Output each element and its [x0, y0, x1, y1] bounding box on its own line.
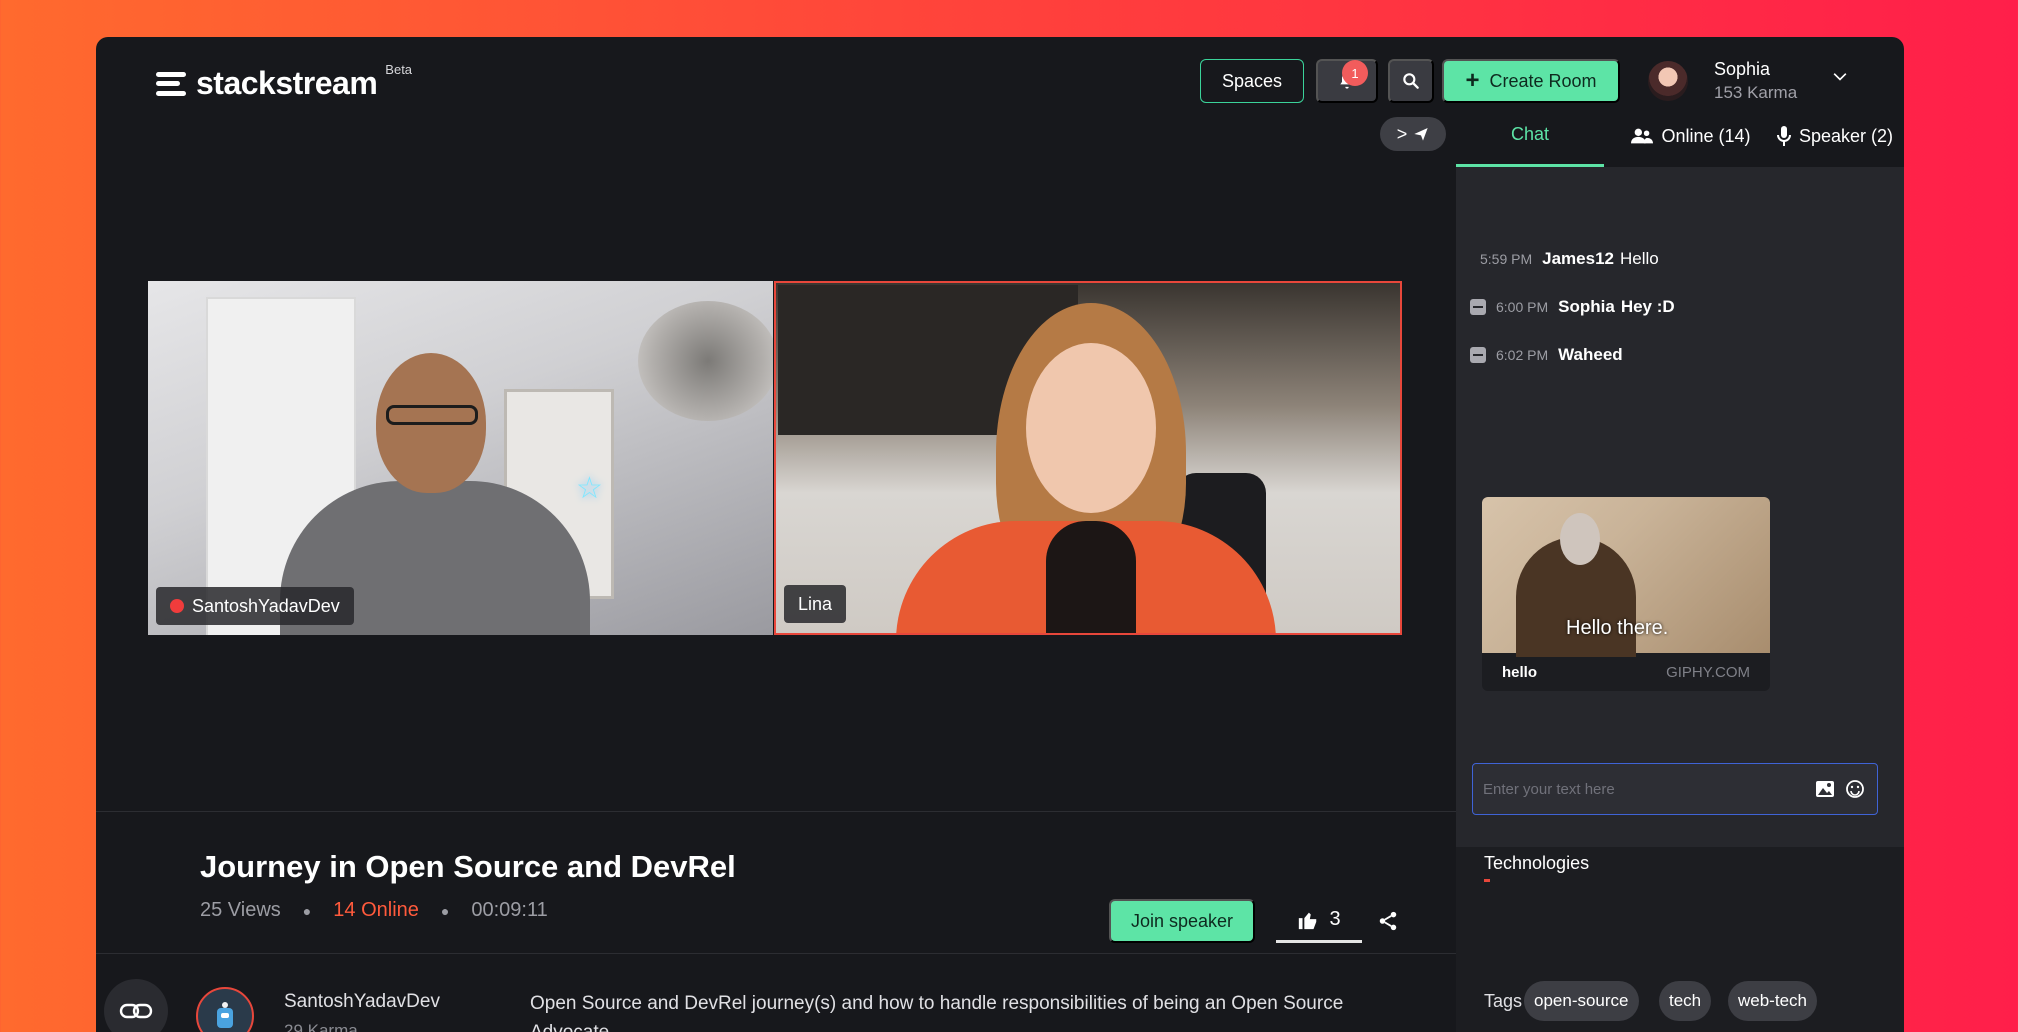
mic-icon — [1776, 126, 1791, 146]
gif-message[interactable]: Hello there. hello GIPHY.COM — [1482, 497, 1770, 691]
host-karma: 29 Karma — [284, 1021, 358, 1032]
tab-speaker[interactable]: Speaker (2) — [1766, 105, 1904, 167]
message-text: Hey :D — [1620, 297, 1675, 316]
tab-online[interactable]: Online (14) — [1616, 105, 1766, 167]
chat-input-box — [1472, 763, 1878, 815]
divider — [96, 811, 1456, 812]
chat-message: 5:59 PM James12 Hello — [1480, 249, 1659, 269]
message-time: 6:02 PM — [1496, 347, 1549, 363]
chat-messages: 5:59 PM James12 Hello 6:00 PM Sophia Hey… — [1456, 167, 1904, 847]
video-tile-santosh[interactable]: ☆ SantoshYadavDev — [148, 281, 773, 635]
toggle-panel-button[interactable]: > — [1380, 117, 1446, 151]
technologies-label: Technologies — [1484, 853, 1590, 873]
technologies-indicator — [1484, 879, 1490, 882]
tag-tech[interactable]: tech — [1659, 981, 1712, 1021]
gif-source[interactable]: GIPHY.COM — [1666, 664, 1750, 681]
message-text: Hello — [1619, 249, 1659, 268]
user-name: Sophia — [1714, 59, 1771, 79]
host-name[interactable]: SantoshYadavDev — [284, 991, 440, 1013]
app-window: stackstream Beta Spaces 1 + Create Room … — [96, 37, 1904, 1032]
message-sender: Sophia — [1558, 297, 1615, 316]
participant-video — [1026, 343, 1156, 513]
tab-chat-label: Chat — [1510, 124, 1550, 144]
room-duration: 00:09:11 — [471, 899, 548, 921]
avatar[interactable] — [1648, 61, 1688, 101]
link-icon — [119, 1003, 153, 1019]
tag-open-source[interactable]: open-source — [1524, 981, 1639, 1021]
chevron-right-icon: > — [1396, 123, 1408, 144]
like-count: 3 — [1329, 908, 1341, 930]
chat-input[interactable] — [1483, 780, 1807, 798]
like-button[interactable]: 3 — [1276, 899, 1362, 943]
join-speaker-button[interactable]: Join speaker — [1109, 899, 1255, 943]
create-room-button[interactable]: + Create Room — [1442, 59, 1620, 103]
user-karma: 153 Karma — [1714, 83, 1798, 102]
room-title: Journey in Open Source and DevRel — [200, 849, 736, 884]
video-stage: > ☆ SantoshYadavDev Lina — [96, 37, 1456, 811]
message-sender: Waheed — [1558, 345, 1623, 364]
recording-indicator — [170, 599, 184, 613]
tags-label: Tags — [1484, 991, 1523, 1011]
share-button[interactable] — [1370, 903, 1406, 939]
participant-name-tag: Lina — [784, 585, 847, 623]
thumbs-up-icon — [1299, 912, 1317, 929]
share-icon — [1379, 911, 1397, 931]
send-icon — [1414, 128, 1428, 141]
gif-footer: hello GIPHY.COM — [1482, 653, 1770, 691]
image-icon[interactable] — [1813, 777, 1837, 801]
online-count: 14 Online — [333, 899, 419, 921]
gif-figure — [1560, 513, 1600, 565]
people-icon — [1631, 128, 1654, 144]
participant-video — [386, 405, 478, 425]
views-count: 25 Views — [200, 899, 281, 921]
tab-speaker-label: Speaker (2) — [1798, 125, 1894, 146]
tab-chat[interactable]: Chat — [1456, 105, 1604, 167]
separator-dot: ● — [302, 902, 312, 919]
message-sender: James12 — [1542, 249, 1614, 268]
floating-link-button[interactable] — [104, 979, 168, 1032]
chat-message: 6:02 PM Waheed — [1470, 345, 1633, 365]
participant-name: SantoshYadavDev — [192, 595, 340, 616]
message-time: 6:00 PM — [1496, 299, 1549, 315]
panel-tabs: Chat Online (14) Speaker (2) — [1456, 105, 1904, 167]
video-tile-lina[interactable]: Lina — [774, 281, 1402, 635]
participant-video — [1046, 521, 1136, 633]
participant-name: Lina — [798, 593, 833, 614]
tab-online-label: Online (14) — [1661, 125, 1751, 146]
create-room-label: Create Room — [1489, 70, 1597, 91]
video-background — [638, 301, 773, 421]
room-description: Open Source and DevRel journey(s) and ho… — [530, 993, 1344, 1032]
host-avatar[interactable] — [196, 987, 254, 1032]
robot-icon — [217, 1002, 233, 1028]
gif-image: Hello there. — [1482, 497, 1770, 657]
divider — [96, 953, 1456, 954]
message-icon — [1470, 347, 1486, 363]
emoji-icon[interactable] — [1843, 777, 1867, 801]
message-time: 5:59 PM — [1480, 251, 1533, 267]
gif-caption: Hello there. — [1566, 617, 1669, 639]
message-icon — [1470, 299, 1486, 315]
separator-dot: ● — [440, 902, 450, 919]
gif-label: hello — [1502, 663, 1538, 681]
side-panel: Chat Online (14) Speaker (2) 5:59 PM Jam… — [1456, 105, 1904, 1032]
participant-name-tag: SantoshYadavDev — [156, 587, 354, 625]
chevron-down-icon[interactable] — [1830, 67, 1850, 87]
plus-icon: + — [1465, 67, 1480, 94]
chat-message: 6:00 PM Sophia Hey :D — [1470, 297, 1675, 317]
tag-web-tech[interactable]: web-tech — [1728, 981, 1817, 1021]
star-icon: ☆ — [576, 472, 603, 505]
room-meta: 25 Views ● 14 Online ● 00:09:11 — [200, 899, 548, 922]
